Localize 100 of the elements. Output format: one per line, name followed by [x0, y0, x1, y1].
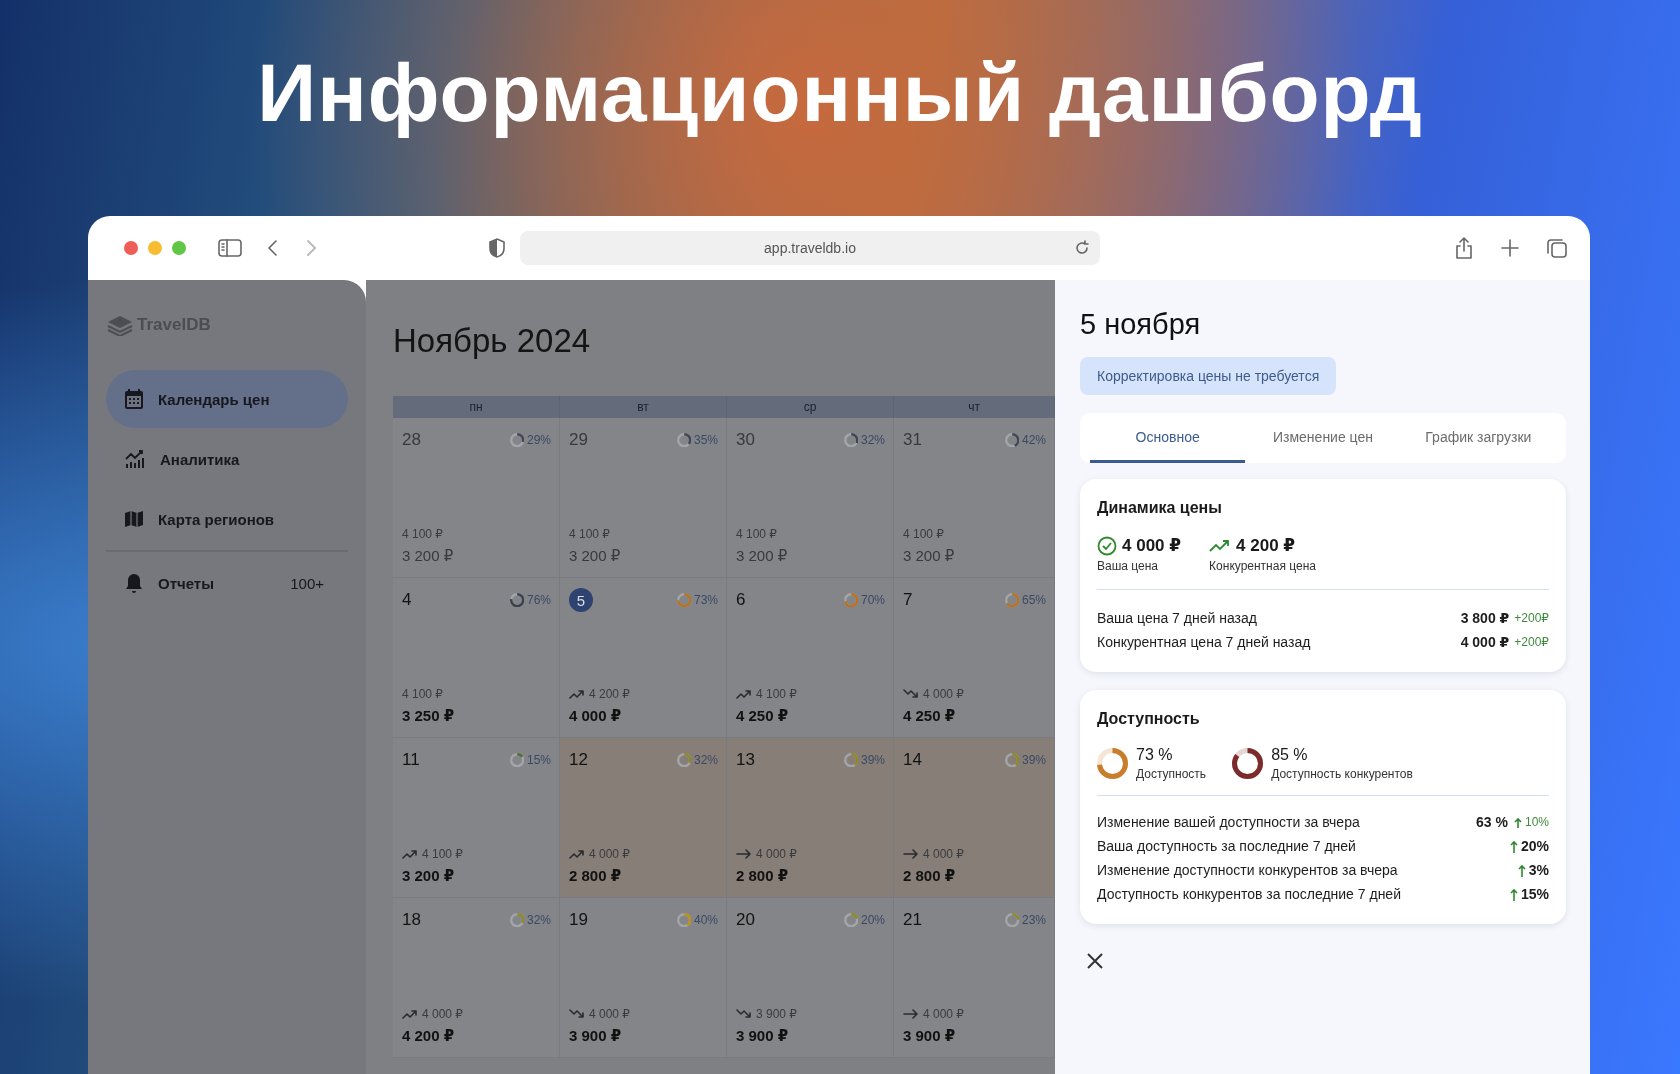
nav-label: Аналитика: [160, 450, 240, 468]
day-cell[interactable]: 18 32% 4 000 ₽ 4 200 ₽: [393, 898, 560, 1058]
progress-ring: [843, 592, 858, 608]
day-number: 6: [736, 589, 746, 611]
nav-item[interactable]: Календарь цен: [106, 370, 348, 428]
row-value: 3 800 ₽: [1460, 610, 1510, 626]
day-cell[interactable]: 4 76% 4 100 ₽ 3 250 ₽: [393, 578, 560, 738]
day-cell[interactable]: 31 42% 4 100 ₽ 3 200 ₽: [894, 418, 1055, 578]
day-number: 28: [402, 429, 421, 451]
day-cell[interactable]: 20 20% 3 900 ₽ 3 900 ₽: [727, 898, 894, 1058]
price: 3 200 ₽: [402, 547, 455, 565]
price: 2 800 ₽: [903, 867, 957, 885]
day-cell[interactable]: 13 39% 4 000 ₽ 2 800 ₽: [727, 738, 894, 898]
progress-ring: [1004, 592, 1019, 608]
competitor-price: 4 100 ₽: [903, 527, 944, 541]
gauge-label: Доступность конкурентов: [1271, 767, 1413, 781]
day-cell[interactable]: 30 32% 4 100 ₽ 3 200 ₽: [727, 418, 894, 578]
price: 3 250 ₽: [402, 707, 456, 725]
day-cell[interactable]: 5 73% 4 200 ₽ 4 000 ₽: [560, 578, 727, 738]
competitor-price: 4 100 ₽: [756, 687, 797, 701]
weekday-header: чт: [894, 396, 1055, 418]
weekday-header: ср: [727, 396, 894, 418]
change-value: 20%: [1520, 838, 1549, 854]
price: 3 200 ₽: [736, 547, 789, 565]
competitor-price: 4 000 ₽: [589, 847, 630, 861]
price: 2 800 ₽: [569, 867, 623, 885]
shield-icon: [488, 238, 506, 258]
progress-ring: [676, 752, 691, 768]
day-cell[interactable]: 28 29% 4 100 ₽ 3 200 ₽: [393, 418, 560, 578]
day-cell[interactable]: 19 40% 4 000 ₽ 3 900 ₽: [560, 898, 727, 1058]
tab[interactable]: Изменение цен: [1245, 413, 1401, 463]
address-bar[interactable]: app.traveldb.io: [520, 231, 1100, 265]
day-number: 31: [903, 429, 922, 451]
plus-icon[interactable]: [1500, 238, 1520, 258]
day-cell[interactable]: 12 32% 4 000 ₽ 2 800 ₽: [560, 738, 727, 898]
sidebar-toggle-icon[interactable]: [218, 238, 242, 258]
gauge-value: 73 %: [1136, 746, 1174, 764]
competitor-price: 4 200 ₽: [589, 687, 630, 701]
day-cell[interactable]: 29 35% 4 100 ₽ 3 200 ₽: [560, 418, 727, 578]
competitor-price: 3 900 ₽: [756, 1007, 797, 1021]
donut-gauge: [1232, 748, 1264, 779]
competitor-price: 4 100 ₽: [422, 847, 463, 861]
row-label: Изменение доступности конкурентов за вчера: [1097, 862, 1398, 878]
progress-ring: [509, 432, 524, 448]
day-number: 7: [903, 589, 913, 611]
share-icon[interactable]: [1454, 236, 1474, 260]
day-cell[interactable]: 14 39% 4 000 ₽ 2 800 ₽: [894, 738, 1055, 898]
price: 3 900 ₽: [736, 1027, 790, 1045]
day-number: 19: [569, 909, 588, 931]
occupancy-percent: 42%: [1021, 433, 1046, 447]
tabs-icon[interactable]: [1546, 237, 1568, 259]
competitor-price: 4 000 ₽: [756, 847, 797, 861]
reload-icon[interactable]: [1074, 240, 1090, 256]
competitor-price: 4 000 ₽: [923, 1007, 964, 1021]
day-cell[interactable]: 6 70% 4 100 ₽ 4 250 ₽: [727, 578, 894, 738]
progress-ring: [1004, 752, 1019, 768]
day-number: 18: [402, 909, 421, 931]
nav-item[interactable]: Отчеты 100+: [106, 554, 348, 612]
row-label: Конкурентная цена 7 дней назад: [1097, 634, 1311, 650]
competitor-price: 4 100 ₽: [569, 527, 610, 541]
minimize-window-dot[interactable]: [148, 241, 162, 255]
url-text: app.traveldb.io: [764, 240, 856, 256]
nav-item[interactable]: Карта регионов: [106, 490, 348, 548]
price: 2 800 ₽: [736, 867, 790, 885]
price-label: Конкурентная цена: [1209, 559, 1316, 573]
price: 3 200 ₽: [903, 547, 956, 565]
competitor-price: 4 100 ₽: [402, 527, 443, 541]
occupancy-percent: 40%: [693, 913, 718, 927]
donut-gauge: [1097, 748, 1128, 779]
occupancy-percent: 76%: [526, 593, 551, 607]
day-number: 21: [903, 909, 922, 931]
price-value: 4 200 ₽: [1236, 535, 1296, 556]
day-cell[interactable]: 11 15% 4 100 ₽ 3 200 ₽: [393, 738, 560, 898]
tab[interactable]: График загрузки: [1400, 413, 1556, 463]
day-number: 29: [569, 429, 588, 451]
day-cell[interactable]: 7 65% 4 000 ₽ 4 250 ₽: [894, 578, 1055, 738]
occupancy-percent: 35%: [693, 433, 718, 447]
occupancy-percent: 29%: [526, 433, 551, 447]
price: 4 250 ₽: [736, 707, 790, 725]
check-circle-icon: [1097, 535, 1117, 556]
selected-day-number: 5: [569, 588, 593, 612]
card-title: Доступность: [1097, 710, 1201, 728]
day-number: 11: [402, 749, 420, 771]
tab[interactable]: Основное: [1090, 413, 1246, 463]
close-window-dot[interactable]: [124, 241, 138, 255]
close-icon: [1086, 952, 1104, 970]
close-button[interactable]: [1086, 952, 1104, 970]
day-number: 20: [736, 909, 755, 931]
nav-item[interactable]: Аналитика: [106, 430, 348, 488]
progress-ring: [1004, 912, 1019, 928]
back-icon[interactable]: [266, 238, 280, 258]
zoom-window-dot[interactable]: [172, 241, 186, 255]
row-label: Ваша доступность за последние 7 дней: [1097, 838, 1356, 854]
occupancy-percent: 32%: [526, 913, 551, 927]
day-number: 14: [903, 749, 922, 771]
progress-ring: [509, 592, 524, 608]
change-value: 3%: [1528, 862, 1549, 878]
day-cell[interactable]: 21 23% 4 000 ₽ 3 900 ₽: [894, 898, 1055, 1058]
price-label: Ваша цена: [1097, 559, 1160, 573]
occupancy-percent: 73%: [693, 593, 718, 607]
